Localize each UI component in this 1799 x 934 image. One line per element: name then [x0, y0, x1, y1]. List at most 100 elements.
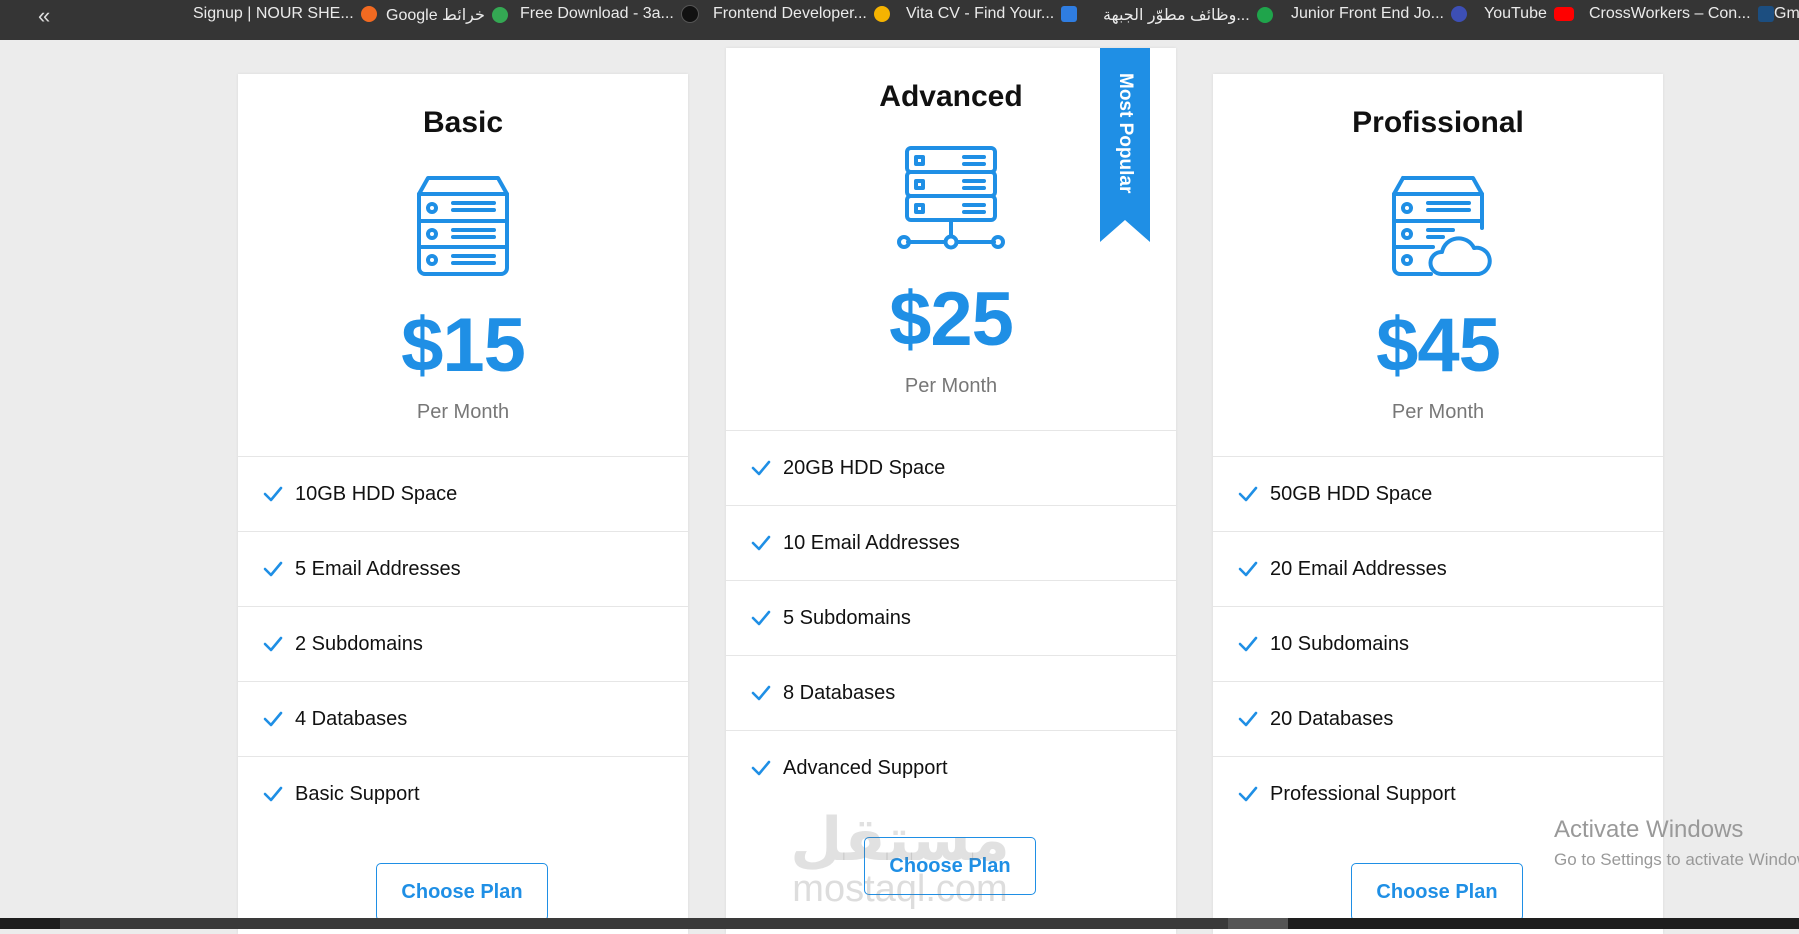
feature-label: 5 Email Addresses	[295, 557, 461, 580]
bookmark-label: Gm	[1774, 5, 1799, 22]
check-icon	[751, 460, 771, 476]
activate-windows-subtitle: Go to Settings to activate Windows.	[1554, 850, 1799, 869]
bookmark-item[interactable]: Google خرائط	[386, 5, 508, 25]
check-icon	[1238, 786, 1258, 802]
server-cloud-icon	[1392, 176, 1492, 276]
most-popular-badge: Most Popular	[1115, 72, 1136, 194]
jobs-site-favicon-icon	[1450, 6, 1467, 22]
feature-list: 10GB HDD Space 5 Email Addresses 2 Subdo…	[238, 456, 688, 831]
watermark-url: mostaql.com	[792, 868, 1008, 910]
feature-label: 10 Subdomains	[1270, 632, 1409, 655]
plan-period: Per Month	[1391, 401, 1485, 423]
plan-period: Per Month	[904, 375, 998, 397]
feature-item: Basic Support	[238, 756, 688, 831]
feature-label: 2 Subdomains	[295, 632, 423, 655]
feature-label: 20 Email Addresses	[1270, 557, 1447, 580]
taskbar-app[interactable]	[60, 918, 1230, 929]
feature-label: Advanced Support	[783, 756, 948, 779]
plan-title: Profissional	[1352, 106, 1524, 139]
choose-plan-button[interactable]: Choose Plan	[376, 863, 548, 921]
taskbar	[0, 918, 1799, 929]
check-icon	[263, 711, 283, 727]
feature-list: 20GB HDD Space 10 Email Addresses 5 Subd…	[726, 430, 1176, 805]
maps-pin-favicon-icon	[491, 7, 508, 23]
bookmark-item[interactable]: Frontend Developer...	[713, 5, 890, 23]
feature-label: 20GB HDD Space	[783, 456, 946, 479]
bookmark-item[interactable]: YouTube	[1484, 5, 1574, 23]
lightning-favicon-icon	[873, 6, 890, 22]
plan-price: $25	[889, 277, 1014, 362]
check-icon	[263, 786, 283, 802]
crossworkers-favicon-icon	[1757, 6, 1774, 22]
check-icon	[751, 760, 771, 776]
bookmark-label: وظائف مطوّر الجبهة...	[1103, 7, 1250, 24]
taskbar-app[interactable]	[1228, 918, 1288, 929]
plan-period: Per Month	[416, 401, 510, 423]
pricing-card-profissional: Profissional $45 Per Month 50GB HDD Spac…	[1213, 74, 1663, 934]
watermark-logo: مستقل	[790, 806, 1010, 873]
feature-item: 10 Subdomains	[1213, 606, 1663, 681]
check-icon	[1238, 636, 1258, 652]
bookmark-label: Google خرائط	[386, 7, 485, 24]
plan-price: $15	[401, 303, 526, 388]
feature-list: 50GB HDD Space 20 Email Addresses 10 Sub…	[1213, 456, 1663, 831]
vita-favicon-icon	[1061, 6, 1078, 22]
feature-label: 8 Databases	[783, 681, 896, 704]
bookmark-label: YouTube	[1484, 5, 1547, 22]
feature-item: 8 Databases	[726, 655, 1176, 730]
feature-label: Professional Support	[1270, 782, 1456, 805]
check-icon	[263, 636, 283, 652]
bookmark-label: Free Download - 3a...	[520, 5, 674, 22]
server-network-icon	[897, 146, 1005, 250]
feature-item: 10 Email Addresses	[726, 505, 1176, 580]
feature-item: 5 Subdomains	[726, 580, 1176, 655]
check-icon	[751, 610, 771, 626]
check-icon	[1238, 711, 1258, 727]
plan-title: Basic	[422, 106, 504, 139]
feature-item: 20 Databases	[1213, 681, 1663, 756]
check-icon	[751, 685, 771, 701]
check-icon	[751, 535, 771, 551]
feature-label: Basic Support	[295, 782, 420, 805]
bookmark-label: Vita CV - Find Your...	[906, 5, 1055, 22]
feature-label: 4 Databases	[295, 707, 408, 730]
collapse-sidebar-icon[interactable]: «	[38, 3, 50, 29]
feature-label: 50GB HDD Space	[1270, 482, 1433, 505]
feature-item: 20GB HDD Space	[726, 430, 1176, 505]
bookmark-label: Junior Front End Jo...	[1291, 5, 1444, 22]
bookmark-item[interactable]: Gm	[1774, 5, 1799, 23]
feature-item: Advanced Support	[726, 730, 1176, 805]
bookmark-item[interactable]: Junior Front End Jo...	[1291, 5, 1467, 23]
check-icon	[263, 561, 283, 577]
plan-price: $45	[1376, 303, 1501, 388]
bookmark-label: Signup | NOUR SHE...	[193, 5, 354, 22]
feature-label: 20 Databases	[1270, 707, 1394, 730]
bookmark-label: Frontend Developer...	[713, 5, 867, 22]
bookmark-item[interactable]: Signup | NOUR SHE...	[193, 5, 377, 23]
activate-windows-title: Activate Windows	[1554, 816, 1744, 843]
bookmark-label: CrossWorkers – Con...	[1589, 5, 1751, 22]
bookmark-item[interactable]: Vita CV - Find Your...	[906, 5, 1078, 23]
site-favicon-icon	[680, 5, 699, 23]
feature-item: 2 Subdomains	[238, 606, 688, 681]
bookmark-item[interactable]: CrossWorkers – Con...	[1589, 5, 1774, 23]
bookmark-item[interactable]: Free Download - 3a...	[520, 5, 699, 23]
check-icon	[263, 486, 283, 502]
feature-label: 10 Email Addresses	[783, 531, 960, 554]
activate-windows-notice: Activate Windows Go to Settings to activ…	[1554, 816, 1799, 870]
basketball-favicon-icon	[360, 6, 377, 22]
jobs-favicon-icon	[1256, 7, 1273, 23]
feature-item: 20 Email Addresses	[1213, 531, 1663, 606]
server-stack-icon	[417, 176, 509, 276]
feature-item: 50GB HDD Space	[1213, 456, 1663, 531]
pricing-card-basic: Basic $15 Per Month 10GB HDD Space 5 Ema…	[238, 74, 688, 934]
check-icon	[1238, 561, 1258, 577]
feature-label: 5 Subdomains	[783, 606, 911, 629]
feature-item: 4 Databases	[238, 681, 688, 756]
bookmark-item[interactable]: وظائف مطوّر الجبهة...	[1103, 5, 1273, 25]
youtube-favicon-icon	[1553, 7, 1574, 21]
feature-item: 5 Email Addresses	[238, 531, 688, 606]
choose-plan-button[interactable]: Choose Plan	[1351, 863, 1523, 921]
feature-item: 10GB HDD Space	[238, 456, 688, 531]
feature-label: 10GB HDD Space	[295, 482, 458, 505]
